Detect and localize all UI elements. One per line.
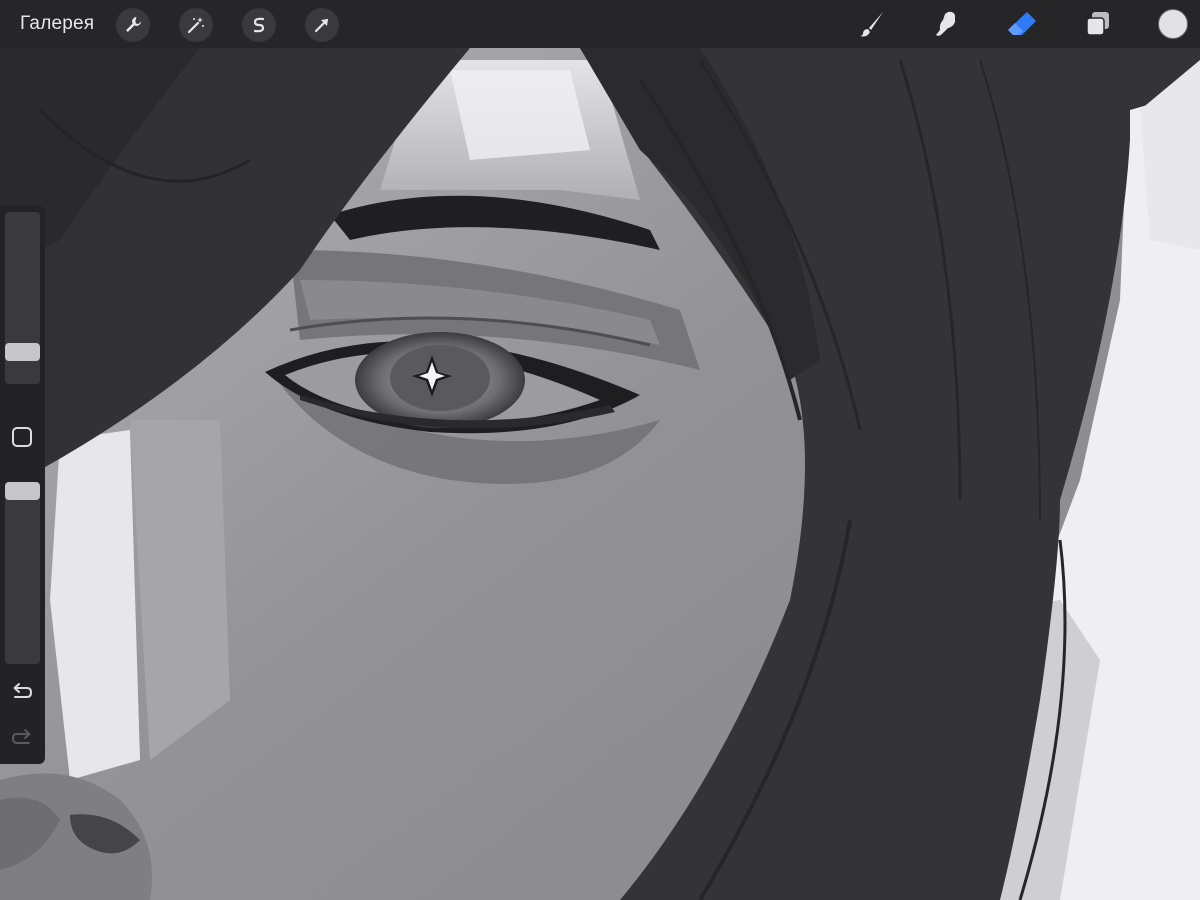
brush-size-slider-thumb[interactable] [5,342,40,361]
actions-button[interactable] [116,8,150,42]
brush-icon [860,12,883,37]
top-toolbar: Галерея [0,0,1200,48]
eraser-icon [1008,12,1036,35]
layers-button[interactable] [1080,6,1116,42]
opacity-slider-thumb[interactable] [5,482,40,500]
eraser-tool-button[interactable] [1004,6,1040,42]
arrow-cursor-icon [314,18,329,33]
wrench-icon [126,17,141,32]
opacity-slider[interactable] [5,482,40,664]
selection-button[interactable] [242,8,276,42]
gallery-button[interactable]: Галерея [20,13,94,35]
artwork-face-closeup [0,0,1200,900]
modify-button[interactable] [12,427,32,447]
transform-button[interactable] [305,8,339,42]
layers-icon [1086,12,1109,36]
drawing-canvas[interactable] [0,0,1200,900]
redo-button[interactable] [9,726,35,750]
smudge-tool-button[interactable] [928,6,964,42]
selection-s-icon [253,17,265,33]
adjustments-button[interactable] [179,8,213,42]
undo-arrow-icon [13,683,33,698]
smudge-finger-icon [936,11,955,36]
color-picker-button[interactable] [1158,9,1188,39]
redo-arrow-icon [11,729,31,744]
magic-wand-icon [187,17,204,34]
brush-tool-button[interactable] [854,6,890,42]
side-bar [0,206,45,764]
undo-button[interactable] [9,680,35,704]
